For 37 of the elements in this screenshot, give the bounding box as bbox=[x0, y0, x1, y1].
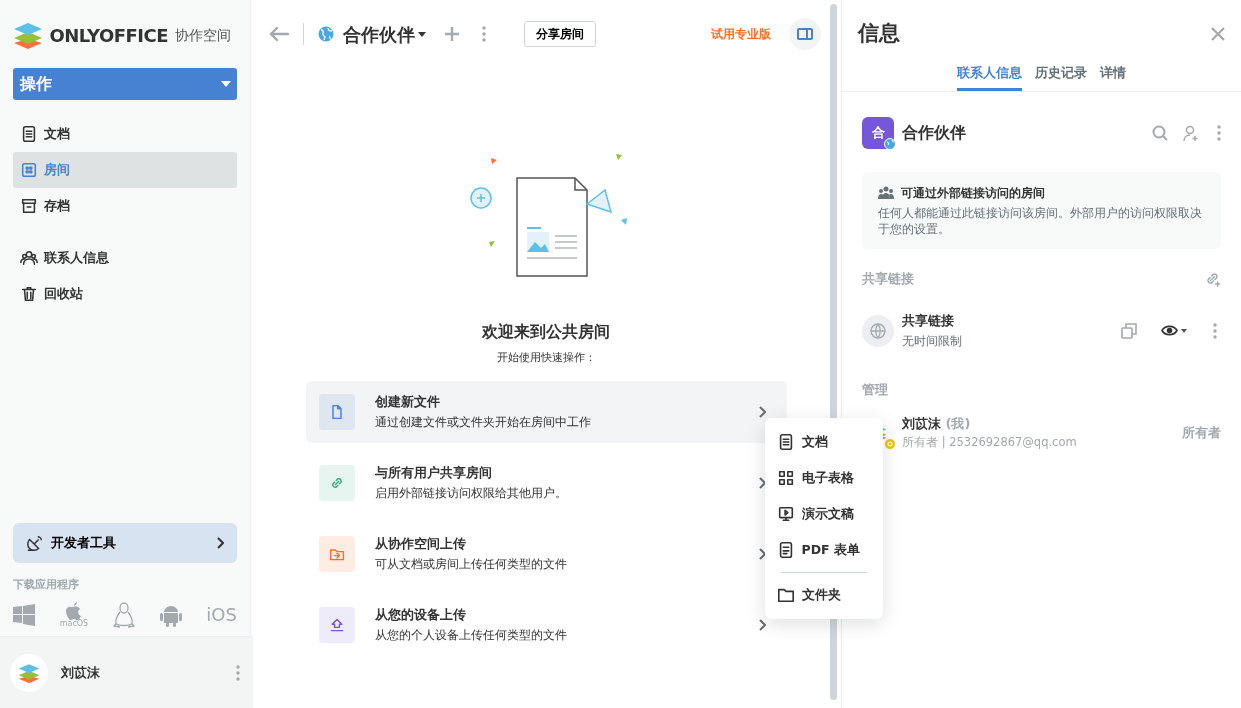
action-title: 从您的设备上传 bbox=[375, 606, 467, 625]
actions-button[interactable]: 操作 bbox=[13, 68, 237, 100]
room-name: 合作伙伴 bbox=[902, 122, 967, 144]
share-room-button[interactable]: 分享房间 bbox=[524, 21, 596, 47]
notice-title: 可通过外部链接访问的房间 bbox=[900, 185, 1045, 202]
tab[interactable]: 历史记录 bbox=[1035, 61, 1087, 91]
tab[interactable]: 联系人信息 bbox=[957, 61, 1022, 91]
section-label: 管理 bbox=[862, 381, 889, 400]
tab[interactable]: 详情 bbox=[1100, 61, 1126, 91]
room-title: 合作伙伴 bbox=[343, 22, 415, 47]
user-name: 刘苡沫 bbox=[61, 663, 101, 682]
welcome-title: 欢迎来到公共房间 bbox=[481, 321, 611, 343]
action-description: 通过创建文件或文件夹开始在房间中工作 bbox=[375, 413, 592, 431]
sidebar-item[interactable]: 存档 bbox=[13, 188, 237, 224]
welcome-subtitle: 开始使用快速操作： bbox=[495, 350, 597, 366]
member-name: 刘苡沫 (我) bbox=[902, 414, 972, 433]
sidebar-item[interactable]: 文档 bbox=[13, 116, 237, 152]
downloads-label: 下载应用程序 bbox=[13, 576, 80, 593]
link-name: 共享链接 bbox=[902, 311, 955, 330]
action-description: 从您的个人设备上传任何类型的文件 bbox=[375, 626, 568, 644]
action-title: 创建新文件 bbox=[375, 393, 441, 412]
panel-title: 信息 bbox=[858, 20, 900, 47]
member-role: 所有者 bbox=[1182, 424, 1221, 443]
action-description: 可从文档或房间上传任何类型的文件 bbox=[375, 555, 568, 573]
sidebar-item[interactable]: 回收站 bbox=[13, 276, 237, 312]
sidebar-item[interactable]: 联系人信息 bbox=[13, 240, 237, 276]
member-details: 所有者 | 2532692867@qq.com bbox=[902, 434, 1078, 452]
developer-tools-button[interactable]: 开发者工具 bbox=[13, 522, 237, 563]
notice-text: 任何人都能通过此链接访问该房间。外部用户的访问权限取决于您的设置。 bbox=[878, 205, 1203, 238]
action-title: 从协作空间上传 bbox=[375, 535, 467, 554]
quick-action-row[interactable]: 创建新文件 通过创建文件或文件夹开始在房间中工作 bbox=[306, 380, 787, 443]
product-name: 协作空间 bbox=[174, 25, 231, 45]
section-label: 共享链接 bbox=[862, 270, 914, 289]
brand-logo-text: ONLYOFFICE bbox=[49, 23, 169, 48]
action-title: 与所有用户共享房间 bbox=[375, 464, 493, 483]
link-expiry: 无时间限制 bbox=[902, 333, 963, 351]
action-description: 启用外部链接访问权限给其他用户。 bbox=[375, 484, 568, 502]
